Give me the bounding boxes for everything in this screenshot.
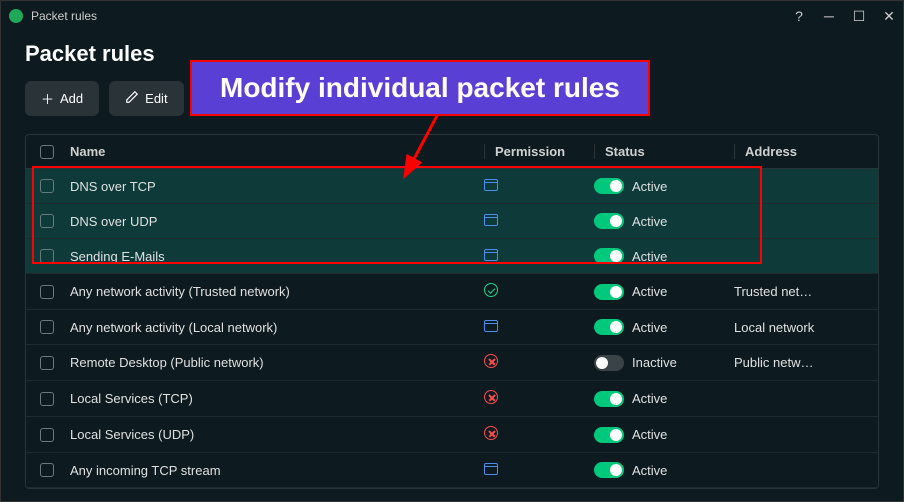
status-label: Active	[632, 249, 667, 264]
row-checkbox[interactable]	[40, 285, 54, 299]
add-button-label: Add	[60, 91, 83, 106]
rule-name: Remote Desktop (Public network)	[70, 355, 474, 370]
status-toggle[interactable]	[594, 462, 624, 478]
table-row[interactable]: Any network activity (Local network) Acti…	[26, 310, 878, 345]
row-checkbox[interactable]	[40, 214, 54, 228]
status-toggle[interactable]	[594, 178, 624, 194]
edit-button-label: Edit	[145, 91, 167, 106]
table-row[interactable]: Remote Desktop (Public network) Inactive P…	[26, 345, 878, 381]
permission-cell	[484, 390, 584, 407]
status-label: Active	[632, 320, 667, 335]
edit-button[interactable]: Edit	[109, 81, 183, 116]
row-checkbox[interactable]	[40, 356, 54, 370]
titlebar: Packet rules ? ─ ☐ ✕	[1, 1, 903, 31]
status-cell: Active	[594, 248, 724, 264]
table-row[interactable]: Any incoming TCP stream Active	[26, 453, 878, 488]
status-toggle[interactable]	[594, 355, 624, 371]
rule-window-icon	[484, 320, 498, 332]
table-row[interactable]: Sending E-Mails Active	[26, 239, 878, 274]
table-row[interactable]: DNS over UDP Active	[26, 204, 878, 239]
status-cell: Active	[594, 178, 724, 194]
status-cell: Active	[594, 213, 724, 229]
permission-cell	[484, 249, 584, 264]
callout-text: Modify individual packet rules	[220, 72, 620, 103]
rule-name: Any network activity (Trusted network)	[70, 284, 474, 299]
status-toggle[interactable]	[594, 391, 624, 407]
permission-cell	[484, 463, 584, 478]
status-label: Active	[632, 463, 667, 478]
deny-icon	[484, 426, 498, 440]
column-status[interactable]: Status	[594, 144, 724, 159]
rule-window-icon	[484, 463, 498, 475]
deny-icon	[484, 390, 498, 404]
status-label: Active	[632, 284, 667, 299]
row-checkbox[interactable]	[40, 320, 54, 334]
rule-window-icon	[484, 214, 498, 226]
status-toggle[interactable]	[594, 248, 624, 264]
address-cell: Trusted net…	[734, 284, 864, 299]
close-icon[interactable]: ✕	[883, 10, 895, 22]
window-title: Packet rules	[31, 9, 793, 23]
annotation-callout: Modify individual packet rules	[190, 60, 650, 116]
status-cell: Active	[594, 391, 724, 407]
row-checkbox[interactable]	[40, 428, 54, 442]
row-checkbox[interactable]	[40, 392, 54, 406]
table-row[interactable]: Local Services (UDP) Active	[26, 417, 878, 453]
permission-cell	[484, 354, 584, 371]
rule-name: Sending E-Mails	[70, 249, 474, 264]
deny-icon	[484, 354, 498, 368]
permission-cell	[484, 320, 584, 335]
status-label: Active	[632, 179, 667, 194]
table-row[interactable]: Any network activity (Trusted network) Ac…	[26, 274, 878, 310]
maximize-icon[interactable]: ☐	[853, 10, 865, 22]
window-controls: ? ─ ☐ ✕	[793, 10, 895, 22]
app-icon	[9, 9, 23, 23]
rule-window-icon	[484, 249, 498, 261]
status-cell: Active	[594, 319, 724, 335]
row-checkbox[interactable]	[40, 179, 54, 193]
help-icon[interactable]: ?	[793, 10, 805, 22]
row-checkbox[interactable]	[40, 249, 54, 263]
status-label: Active	[632, 427, 667, 442]
status-cell: Active	[594, 427, 724, 443]
status-label: Active	[632, 214, 667, 229]
rule-name: Local Services (TCP)	[70, 391, 474, 406]
status-toggle[interactable]	[594, 319, 624, 335]
status-label: Inactive	[632, 355, 677, 370]
rules-table: Name Permission Status Address DNS over …	[25, 134, 879, 489]
pencil-icon	[125, 90, 139, 107]
minimize-icon[interactable]: ─	[823, 10, 835, 22]
rule-name: Any incoming TCP stream	[70, 463, 474, 478]
add-button[interactable]: ＋ Add	[25, 81, 99, 116]
column-address[interactable]: Address	[734, 144, 864, 159]
status-cell: Active	[594, 462, 724, 478]
permission-cell	[484, 283, 584, 300]
rule-window-icon	[484, 179, 498, 191]
status-cell: Active	[594, 284, 724, 300]
table-row[interactable]: Local Services (TCP) Active	[26, 381, 878, 417]
rule-name: DNS over UDP	[70, 214, 474, 229]
status-label: Active	[632, 391, 667, 406]
permission-cell	[484, 179, 584, 194]
status-toggle[interactable]	[594, 213, 624, 229]
row-checkbox[interactable]	[40, 463, 54, 477]
annotation-arrow-icon	[400, 106, 460, 186]
permission-cell	[484, 214, 584, 229]
select-all-checkbox[interactable]	[40, 145, 54, 159]
address-cell: Public netw…	[734, 355, 864, 370]
allow-icon	[484, 283, 498, 297]
status-cell: Inactive	[594, 355, 724, 371]
plus-icon: ＋	[41, 89, 54, 108]
status-toggle[interactable]	[594, 284, 624, 300]
rule-name: Any network activity (Local network)	[70, 320, 474, 335]
address-cell: Local network	[734, 320, 864, 335]
rule-name: Local Services (UDP)	[70, 427, 474, 442]
column-permission[interactable]: Permission	[484, 144, 584, 159]
status-toggle[interactable]	[594, 427, 624, 443]
permission-cell	[484, 426, 584, 443]
table-body: DNS over TCPActiveDNS over UDPActiveSend…	[26, 169, 878, 488]
